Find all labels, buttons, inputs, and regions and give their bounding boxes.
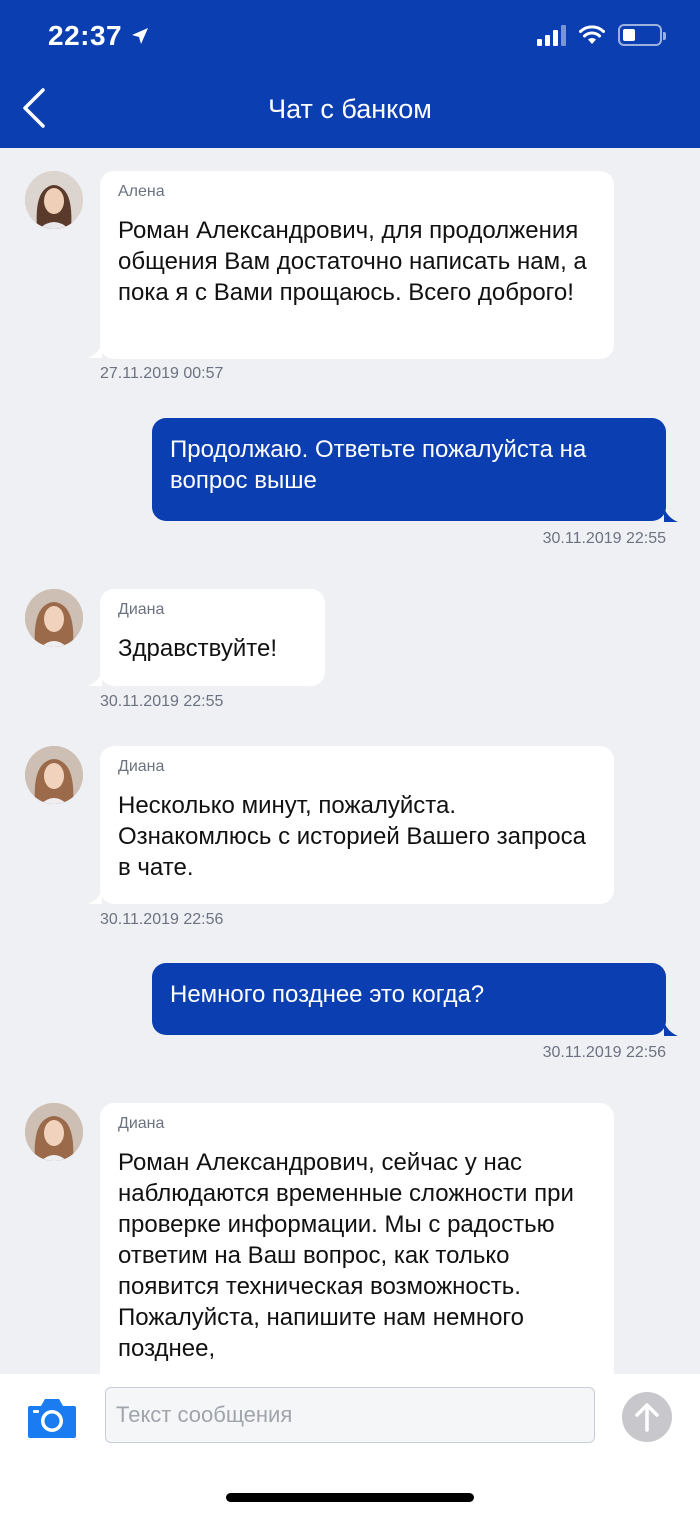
message-text: Здравствуйте! <box>118 635 278 662</box>
message-time: 30.11.2019 22:56 <box>542 1044 666 1061</box>
message-time: 30.11.2019 22:56 <box>100 911 224 928</box>
message-input[interactable] <box>105 1387 595 1443</box>
sender-name: Диана <box>118 758 165 775</box>
message-bubble: Продолжаю. Ответьте пожалуйста на вопрос… <box>152 418 666 521</box>
message-bubble: Алена Роман Александрович, для продолжен… <box>100 171 614 359</box>
message-text: Несколько минут, пожалуйста. Ознакомлюсь… <box>118 792 586 881</box>
message-bubble: Диана Роман Александрович, сейчас у нас … <box>100 1103 614 1374</box>
avatar <box>25 589 83 647</box>
wifi-icon <box>579 25 605 44</box>
message-bubble: Немного позднее это когда? <box>152 963 666 1035</box>
status-bar-time: 22:37 <box>48 20 150 52</box>
arrow-up-icon <box>635 1403 659 1432</box>
cellular-signal-icon <box>537 24 566 46</box>
sender-name: Диана <box>118 1115 165 1132</box>
message-bubble: Диана Несколько минут, пожалуйста. Ознак… <box>100 746 614 904</box>
app-header: 22:37 Чат с банком <box>0 0 700 148</box>
avatar <box>25 746 83 804</box>
message-time: 27.11.2019 00:57 <box>100 365 224 382</box>
message-time: 30.11.2019 22:55 <box>100 693 224 710</box>
message-text: Продолжаю. Ответьте пожалуйста на вопрос… <box>170 436 587 494</box>
message-time: 30.11.2019 22:55 <box>542 530 666 547</box>
message-text: Роман Александрович, для продолжения общ… <box>118 217 587 306</box>
avatar <box>25 1103 83 1161</box>
page-title: Чат с банком <box>268 94 432 124</box>
status-time-text: 22:37 <box>48 20 123 51</box>
message-bubble: Диана Здравствуйте! <box>100 589 325 686</box>
message-text: Немного позднее это когда? <box>170 981 485 1008</box>
camera-icon <box>28 1399 76 1438</box>
avatar <box>25 171 83 229</box>
message-text: Роман Александрович, сейчас у нас наблюд… <box>118 1149 574 1362</box>
status-icons <box>537 24 666 46</box>
battery-icon <box>618 24 666 46</box>
chat-thread: Алена Роман Александрович, для продолжен… <box>0 148 700 1374</box>
send-button[interactable] <box>622 1392 672 1442</box>
sender-name: Диана <box>118 601 165 618</box>
camera-button[interactable] <box>26 1396 78 1440</box>
location-arrow-icon <box>132 28 149 44</box>
sender-name: Алена <box>118 183 165 200</box>
home-indicator <box>226 1493 474 1502</box>
